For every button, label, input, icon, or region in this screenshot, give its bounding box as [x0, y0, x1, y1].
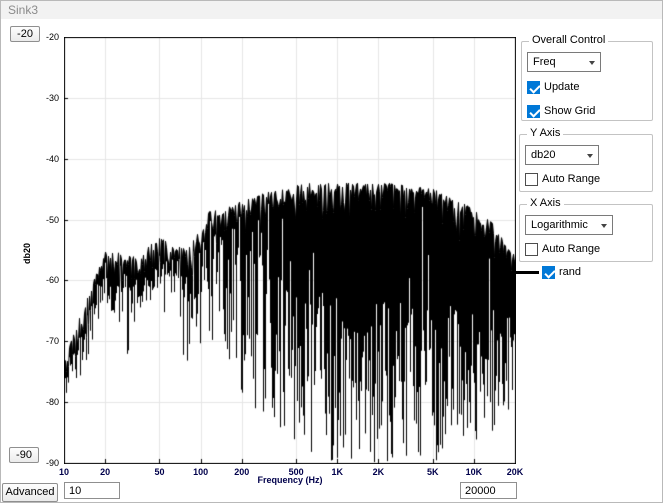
y-axis-tick-labels: -20-30-40-50-60-70-80-90	[35, 37, 59, 464]
show-grid-checkbox-label: Show Grid	[544, 105, 595, 117]
overall-control-group: Overall Control Freq Update Show Grid	[521, 41, 653, 121]
y-auto-range-checkbox[interactable]	[525, 173, 538, 186]
y-auto-range-checkbox-label: Auto Range	[542, 173, 600, 185]
x-axis-scale-dropdown-value: Logarithmic	[531, 219, 588, 231]
legend-rand: rand	[515, 265, 581, 279]
y-auto-range-checkbox-row[interactable]: Auto Range	[525, 172, 600, 186]
show-grid-checkbox-row[interactable]: Show Grid	[527, 104, 595, 118]
update-checkbox-label: Update	[544, 81, 579, 93]
window-titlebar[interactable]: Sink3	[1, 1, 662, 19]
overall-control-dropdown[interactable]: Freq	[527, 52, 601, 72]
spectrum-plot[interactable]	[64, 37, 516, 464]
dropdown-arrow-icon	[589, 61, 595, 65]
advanced-button[interactable]: Advanced	[2, 483, 58, 502]
update-checkbox[interactable]	[527, 81, 540, 94]
x-auto-range-checkbox-row[interactable]: Auto Range	[525, 242, 600, 256]
x-axis-label: Frequency (Hz)	[64, 475, 516, 485]
y-axis-group-title: Y Axis	[527, 127, 563, 139]
x-auto-range-checkbox-label: Auto Range	[542, 243, 600, 255]
y-tick-label: -60	[35, 275, 59, 285]
update-checkbox-row[interactable]: Update	[527, 80, 579, 94]
overall-control-dropdown-value: Freq	[533, 56, 556, 68]
y-tick-label: -50	[35, 215, 59, 225]
x-axis-group-title: X Axis	[527, 197, 564, 209]
show-grid-checkbox[interactable]	[527, 105, 540, 118]
y-axis-label: db20	[22, 243, 32, 264]
x-auto-range-checkbox[interactable]	[525, 243, 538, 256]
sink-window: Sink3 -20 -90 Advanced -20-30-40-50-60-7…	[0, 0, 663, 503]
window-title: Sink3	[8, 3, 38, 17]
x-axis-scale-dropdown[interactable]: Logarithmic	[525, 215, 613, 235]
legend-rand-label: rand	[559, 266, 581, 278]
legend-rand-checkbox[interactable]	[542, 266, 555, 279]
y-tick-label: -70	[35, 336, 59, 346]
dropdown-arrow-icon	[601, 224, 607, 228]
y-axis-group: Y Axis db20 Auto Range	[519, 134, 653, 192]
overall-control-group-title: Overall Control	[529, 34, 608, 46]
x-axis-group: X Axis Logarithmic Auto Range	[519, 204, 653, 262]
dropdown-arrow-icon	[587, 154, 593, 158]
y-tick-label: -20	[35, 32, 59, 42]
y-tick-label: -30	[35, 93, 59, 103]
y-tick-label: -80	[35, 397, 59, 407]
legend-line-swatch	[515, 271, 539, 274]
y-axis-scale-dropdown[interactable]: db20	[525, 145, 599, 165]
y-axis-scale-dropdown-value: db20	[531, 149, 555, 161]
y-tick-label: -40	[35, 154, 59, 164]
